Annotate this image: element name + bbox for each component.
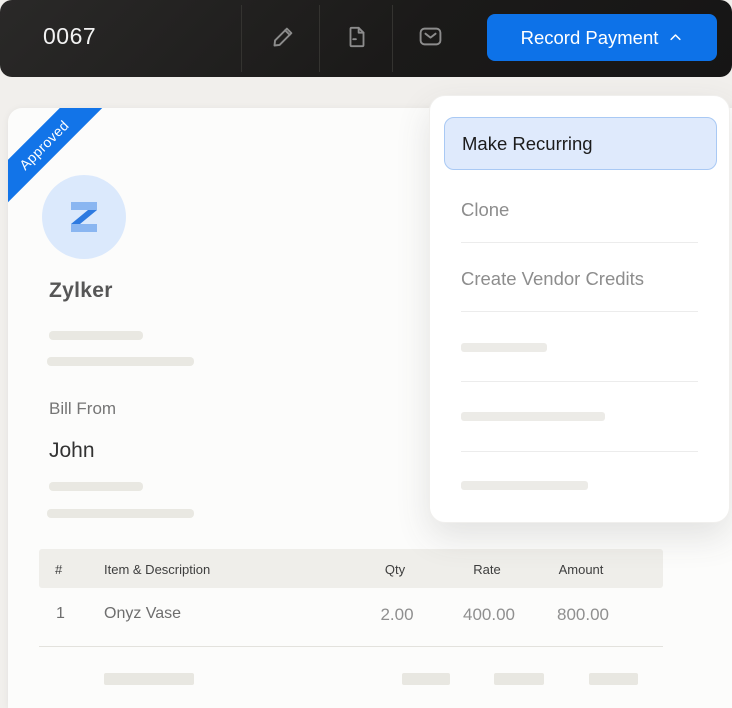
redacted-cell-bar bbox=[104, 673, 194, 685]
row-rate: 400.00 bbox=[463, 605, 515, 625]
col-header-description: Item & Description bbox=[104, 562, 210, 577]
col-header-qty: Qty bbox=[385, 562, 405, 577]
email-button[interactable] bbox=[413, 21, 447, 55]
toolbar-divider bbox=[319, 5, 320, 72]
vendor-name: John bbox=[49, 439, 95, 463]
zylker-logo-icon bbox=[67, 200, 101, 234]
redacted-menu-item bbox=[461, 343, 547, 352]
bill-from-label: Bill From bbox=[49, 399, 116, 419]
row-number: 1 bbox=[56, 605, 65, 623]
redacted-text-bar bbox=[49, 482, 143, 491]
menu-item-make-recurring[interactable]: Make Recurring bbox=[444, 117, 717, 170]
redacted-text-bar bbox=[49, 331, 143, 340]
redacted-menu-item bbox=[461, 481, 588, 490]
topbar: 0067 Record Payment bbox=[0, 0, 732, 77]
col-header-amount: Amount bbox=[559, 562, 604, 577]
redacted-menu-item bbox=[461, 412, 605, 421]
row-qty: 2.00 bbox=[380, 605, 413, 625]
menu-item-clone[interactable]: Clone bbox=[461, 199, 509, 221]
pencil-icon bbox=[270, 23, 297, 53]
file-button[interactable] bbox=[340, 21, 374, 55]
col-header-number: # bbox=[55, 562, 62, 577]
file-icon bbox=[344, 24, 370, 53]
company-name: Zylker bbox=[49, 279, 113, 303]
redacted-cell-bar bbox=[589, 673, 638, 685]
envelope-icon bbox=[417, 23, 444, 53]
redacted-text-bar bbox=[47, 509, 194, 518]
company-avatar bbox=[42, 175, 126, 259]
chevron-up-icon bbox=[668, 30, 683, 45]
redacted-text-bar bbox=[47, 357, 194, 366]
record-payment-label: Record Payment bbox=[521, 27, 659, 49]
row-amount: 800.00 bbox=[557, 605, 609, 625]
record-payment-menu: Make Recurring Clone Create Vendor Credi… bbox=[429, 95, 730, 523]
menu-divider bbox=[461, 381, 698, 382]
record-payment-button[interactable]: Record Payment bbox=[487, 14, 717, 61]
redacted-cell-bar bbox=[494, 673, 544, 685]
table-row-divider bbox=[39, 646, 663, 647]
menu-divider bbox=[461, 311, 698, 312]
menu-divider bbox=[461, 242, 698, 243]
menu-item-label: Make Recurring bbox=[462, 133, 593, 155]
document-number: 0067 bbox=[43, 23, 96, 50]
toolbar-divider bbox=[241, 5, 242, 72]
menu-item-create-vendor-credits[interactable]: Create Vendor Credits bbox=[461, 268, 644, 290]
menu-divider bbox=[461, 451, 698, 452]
toolbar-divider bbox=[392, 5, 393, 72]
redacted-cell-bar bbox=[402, 673, 450, 685]
col-header-rate: Rate bbox=[473, 562, 500, 577]
edit-button[interactable] bbox=[266, 21, 300, 55]
row-item: Onyz Vase bbox=[104, 605, 181, 623]
